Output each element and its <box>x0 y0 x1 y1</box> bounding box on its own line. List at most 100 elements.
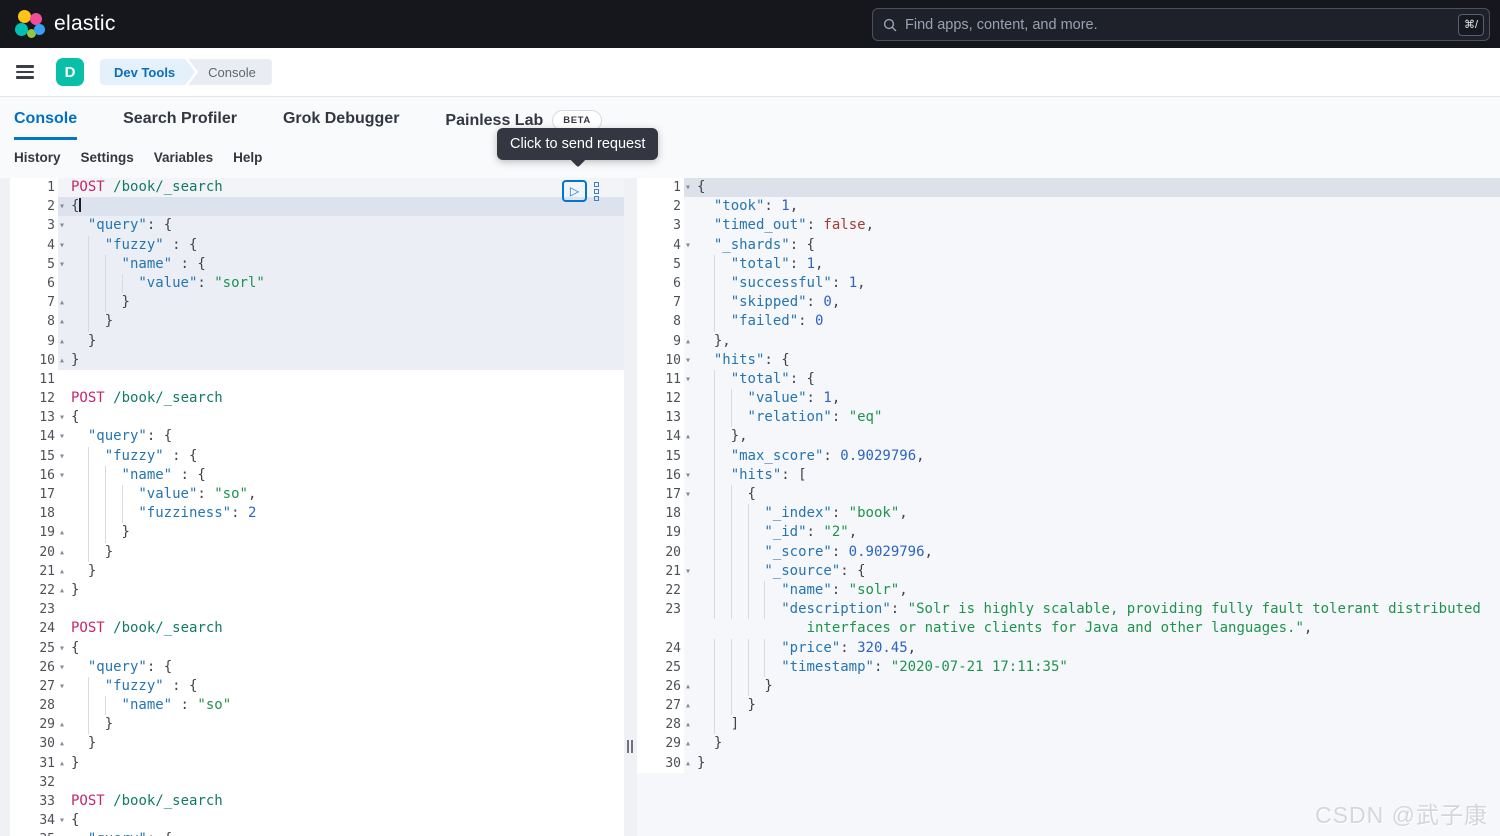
code-text[interactable]: "skipped": 0, <box>684 293 1500 312</box>
code-line[interactable]: 28▴] <box>637 715 1500 734</box>
fold-toggle-icon[interactable]: ▾ <box>685 178 691 197</box>
pane-resizer[interactable] <box>624 178 637 836</box>
code-line[interactable]: 1▾{ <box>637 178 1500 197</box>
code-text[interactable]: ▾"fuzzy" : { <box>58 447 624 466</box>
code-line[interactable]: 16▾"hits": [ <box>637 466 1500 485</box>
code-text[interactable]: "fuzziness": 2 <box>58 504 624 523</box>
code-text[interactable]: ▴} <box>58 562 624 581</box>
code-line[interactable]: 28"name" : "so" <box>10 696 624 715</box>
code-line[interactable]: 19▴} <box>10 523 624 542</box>
code-text[interactable]: POST /book/_search <box>58 389 624 408</box>
code-line[interactable]: 35▾"query": { <box>10 830 624 836</box>
code-line[interactable]: 10▾"hits": { <box>637 351 1500 370</box>
space-avatar[interactable]: D <box>56 58 84 86</box>
fold-toggle-icon[interactable]: ▴ <box>59 562 65 581</box>
tab-console[interactable]: Console <box>14 110 77 140</box>
code-text[interactable]: ▾"name" : { <box>58 466 624 485</box>
request-editor-pane[interactable]: 1POST /book/_search2▾{3▾"query": {4▾"fuz… <box>10 178 624 836</box>
code-line[interactable]: 5"total": 1, <box>637 255 1500 274</box>
code-line[interactable]: 17▾{ <box>637 485 1500 504</box>
code-text[interactable]: ▴} <box>58 523 624 542</box>
fold-toggle-icon[interactable]: ▾ <box>59 466 65 485</box>
fold-toggle-icon[interactable]: ▴ <box>59 754 65 773</box>
code-line[interactable]: 7"skipped": 0, <box>637 293 1500 312</box>
code-text[interactable]: ▴} <box>684 734 1500 753</box>
code-line[interactable]: 20"_score": 0.9029796, <box>637 543 1500 562</box>
code-text[interactable]: ▴}, <box>684 332 1500 351</box>
code-line[interactable]: 18"fuzziness": 2 <box>10 504 624 523</box>
code-line[interactable]: 30▴} <box>637 754 1500 773</box>
fold-toggle-icon[interactable]: ▾ <box>685 562 691 581</box>
code-line[interactable]: 30▴} <box>10 734 624 753</box>
code-line[interactable]: 24"price": 320.45, <box>637 639 1500 658</box>
code-line[interactable]: 14▴}, <box>637 427 1500 446</box>
code-text[interactable] <box>58 600 624 619</box>
code-text[interactable]: ▴} <box>58 351 624 370</box>
fold-toggle-icon[interactable]: ▾ <box>685 236 691 255</box>
fold-toggle-icon[interactable]: ▴ <box>59 312 65 331</box>
code-text[interactable]: interfaces or native clients for Java an… <box>684 619 1500 638</box>
code-line[interactable]: 9▴} <box>10 332 624 351</box>
code-text[interactable]: ▾"query": { <box>58 427 624 446</box>
code-line[interactable]: 25"timestamp": "2020-07-21 17:11:35" <box>637 658 1500 677</box>
fold-toggle-icon[interactable]: ▾ <box>59 236 65 255</box>
fold-toggle-icon[interactable]: ▾ <box>59 811 65 830</box>
code-text[interactable]: POST /book/_search <box>58 619 624 638</box>
code-text[interactable]: "took": 1, <box>684 197 1500 216</box>
global-search[interactable]: ⌘/ <box>872 8 1490 41</box>
code-line[interactable]: 1POST /book/_search <box>10 178 624 197</box>
code-line[interactable]: 5▾"name" : { <box>10 255 624 274</box>
code-text[interactable]: "value": 1, <box>684 389 1500 408</box>
code-line[interactable]: 4▾"_shards": { <box>637 236 1500 255</box>
code-line[interactable]: 2"took": 1, <box>637 197 1500 216</box>
code-text[interactable] <box>58 370 624 389</box>
code-text[interactable]: "description": "Solr is highly scalable,… <box>684 600 1500 619</box>
fold-toggle-icon[interactable]: ▴ <box>59 581 65 600</box>
fold-toggle-icon[interactable]: ▴ <box>685 677 691 696</box>
code-text[interactable]: ▾{ <box>58 639 624 658</box>
code-text[interactable]: "name" : "so" <box>58 696 624 715</box>
code-line[interactable]: 27▴} <box>637 696 1500 715</box>
code-line[interactable]: 34▾{ <box>10 811 624 830</box>
code-text[interactable]: ▴} <box>58 293 624 312</box>
fold-toggle-icon[interactable]: ▴ <box>59 523 65 542</box>
code-line[interactable]: 24POST /book/_search <box>10 619 624 638</box>
code-text[interactable]: ▴} <box>58 581 624 600</box>
fold-toggle-icon[interactable]: ▾ <box>59 447 65 466</box>
code-line[interactable]: 6"value": "sorl" <box>10 274 624 293</box>
fold-toggle-icon[interactable]: ▴ <box>685 734 691 753</box>
fold-toggle-icon[interactable]: ▾ <box>59 408 65 427</box>
code-text[interactable]: ▾"_shards": { <box>684 236 1500 255</box>
request-options-icon[interactable] <box>590 180 602 202</box>
menu-history[interactable]: History <box>14 150 61 165</box>
code-line[interactable]: 12POST /book/_search <box>10 389 624 408</box>
code-text[interactable]: ▴} <box>58 734 624 753</box>
resizer-grip-icon[interactable] <box>627 740 633 753</box>
code-line[interactable]: 32 <box>10 773 624 792</box>
code-text[interactable]: ▴} <box>58 312 624 331</box>
code-line[interactable]: 23 <box>10 600 624 619</box>
code-text[interactable]: "_score": 0.9029796, <box>684 543 1500 562</box>
menu-help[interactable]: Help <box>233 150 262 165</box>
code-line[interactable]: 18"_index": "book", <box>637 504 1500 523</box>
fold-toggle-icon[interactable]: ▾ <box>685 466 691 485</box>
fold-toggle-icon[interactable]: ▴ <box>685 715 691 734</box>
code-line[interactable]: 11▾"total": { <box>637 370 1500 389</box>
code-line[interactable]: 8"failed": 0 <box>637 312 1500 331</box>
code-line[interactable]: 11 <box>10 370 624 389</box>
fold-toggle-icon[interactable]: ▴ <box>59 293 65 312</box>
code-line[interactable]: 9▴}, <box>637 332 1500 351</box>
fold-toggle-icon[interactable]: ▴ <box>685 332 691 351</box>
code-line[interactable]: interfaces or native clients for Java an… <box>637 619 1500 638</box>
breadcrumb-dev-tools[interactable]: Dev Tools <box>100 59 195 85</box>
code-line[interactable]: 19"_id": "2", <box>637 523 1500 542</box>
code-text[interactable]: "value": "sorl" <box>58 274 624 293</box>
code-text[interactable]: ▴] <box>684 715 1500 734</box>
code-text[interactable]: ▾"total": { <box>684 370 1500 389</box>
code-line[interactable]: 25▾{ <box>10 639 624 658</box>
fold-toggle-icon[interactable]: ▾ <box>59 830 65 836</box>
code-text[interactable]: "_id": "2", <box>684 523 1500 542</box>
code-line[interactable]: 20▴} <box>10 543 624 562</box>
code-text[interactable]: ▾"fuzzy" : { <box>58 236 624 255</box>
code-text[interactable]: "timestamp": "2020-07-21 17:11:35" <box>684 658 1500 677</box>
